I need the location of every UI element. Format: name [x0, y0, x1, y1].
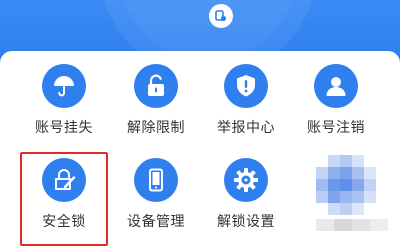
- grid-item-security-lock[interactable]: 安全锁: [18, 158, 110, 250]
- grid-item-label: 解锁设置: [217, 214, 275, 230]
- grid-item-label: 账号挂失: [35, 120, 93, 136]
- security-lock-icon-circle: [42, 158, 86, 202]
- unlock-icon-circle: [134, 64, 178, 108]
- grid-item-report-center[interactable]: 举报中心: [200, 64, 292, 156]
- grid-item-remove-restriction[interactable]: 解除限制: [110, 64, 202, 156]
- user-icon-circle: [314, 64, 358, 108]
- grid-item-account-loss[interactable]: 账号挂失: [18, 64, 110, 156]
- grid-item-label: 账号注销: [307, 120, 365, 136]
- grid-item-device-management[interactable]: 设备管理: [110, 158, 202, 250]
- blurred-icon: [316, 155, 388, 239]
- umbrella-icon-circle: [42, 64, 86, 108]
- grid-item-label: 设备管理: [127, 214, 185, 230]
- header-badge: [209, 4, 233, 28]
- grid-item-label: 解除限制: [127, 120, 185, 136]
- grid-item-account-cancel[interactable]: 账号注销: [290, 64, 382, 156]
- phone-icon: [149, 168, 163, 192]
- gear-icon: [234, 168, 258, 192]
- shield-lock-icon: [215, 10, 227, 22]
- user-icon: [326, 77, 346, 96]
- alert-shield-icon: [237, 75, 255, 97]
- grid-item-label: 安全锁: [42, 214, 86, 230]
- alert-shield-icon-circle: [224, 64, 268, 108]
- security-lock-icon: [55, 169, 76, 190]
- grid-item-unlock-settings[interactable]: 解锁设置: [200, 158, 292, 250]
- unlock-icon: [148, 74, 164, 96]
- umbrella-icon: [54, 76, 74, 97]
- grid-item-label: 举报中心: [217, 120, 275, 136]
- gear-icon-circle: [224, 158, 268, 202]
- phone-icon-circle: [134, 158, 178, 202]
